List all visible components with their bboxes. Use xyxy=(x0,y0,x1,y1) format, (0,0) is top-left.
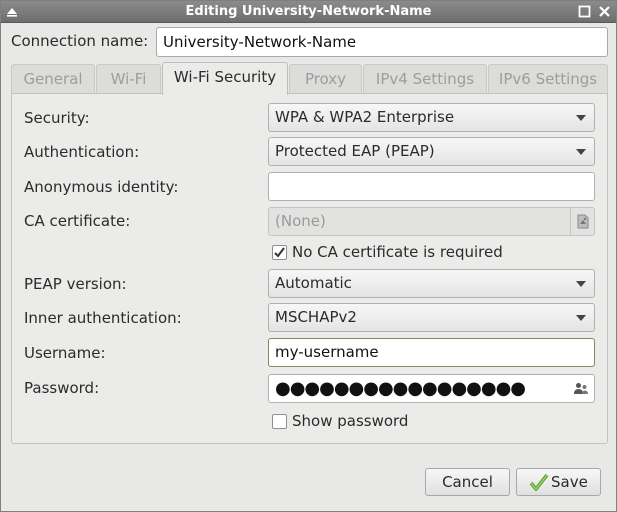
cancel-button[interactable]: Cancel xyxy=(425,468,510,496)
chevron-down-icon xyxy=(576,115,586,121)
tab-ipv6-settings[interactable]: IPv6 Settings xyxy=(488,64,608,93)
checkmark-icon xyxy=(529,473,549,491)
peap-version-label: PEAP version: xyxy=(24,275,127,293)
authentication-label: Authentication: xyxy=(24,143,140,161)
save-button-label: Save xyxy=(551,473,588,491)
anonymous-identity-label: Anonymous identity: xyxy=(24,178,179,196)
tab-proxy[interactable]: Proxy xyxy=(289,64,362,93)
ca-certificate-browse-button[interactable] xyxy=(570,208,594,235)
peap-version-dropdown[interactable]: Automatic xyxy=(268,269,595,298)
window-title: Editing University-Network-Name xyxy=(185,4,432,19)
tab-wifi-security[interactable]: Wi-Fi Security xyxy=(162,62,288,95)
security-value: WPA & WPA2 Enterprise xyxy=(275,108,455,126)
certificate-file-icon xyxy=(577,214,589,229)
password-mask: ●●●●●●●●●●●●●●●●● xyxy=(275,378,526,399)
authentication-dropdown[interactable]: Protected EAP (PEAP) xyxy=(268,137,595,166)
inner-authentication-label: Inner authentication: xyxy=(24,309,182,327)
username-label: Username: xyxy=(24,344,106,362)
title-bar[interactable]: Editing University-Network-Name xyxy=(1,1,616,23)
tab-general[interactable]: General xyxy=(11,64,95,93)
anonymous-identity-input[interactable] xyxy=(268,172,595,201)
authentication-value: Protected EAP (PEAP) xyxy=(275,142,435,160)
checkmark-icon xyxy=(274,247,285,258)
tab-wifi[interactable]: Wi-Fi xyxy=(96,64,161,93)
username-input[interactable]: my-username xyxy=(268,338,595,367)
ca-certificate-chooser[interactable]: (None) xyxy=(268,207,595,236)
settings-tabs: General Wi-Fi Wi-Fi Security Proxy IPv4 … xyxy=(11,62,608,95)
close-icon[interactable] xyxy=(597,4,612,19)
tab-ipv4-settings[interactable]: IPv4 Settings xyxy=(363,64,487,93)
save-button[interactable]: Save xyxy=(516,468,601,496)
inner-authentication-value: MSCHAPv2 xyxy=(275,308,357,326)
chevron-down-icon xyxy=(576,315,586,321)
ca-certificate-label: CA certificate: xyxy=(24,212,131,230)
connection-name-input[interactable]: University-Network-Name xyxy=(156,27,608,57)
security-label: Security: xyxy=(24,109,90,127)
chevron-down-icon xyxy=(576,281,586,287)
peap-version-value: Automatic xyxy=(275,274,352,292)
no-ca-certificate-label: No CA certificate is required xyxy=(292,243,503,261)
show-password-checkbox[interactable] xyxy=(272,414,287,429)
show-password-label: Show password xyxy=(292,412,409,430)
connection-editor-window: Editing University-Network-Name Connecti… xyxy=(0,0,617,512)
password-label: Password: xyxy=(24,379,100,397)
maximize-icon[interactable] xyxy=(577,4,592,19)
inner-authentication-dropdown[interactable]: MSCHAPv2 xyxy=(268,303,595,332)
users-icon[interactable] xyxy=(574,382,588,395)
password-input[interactable]: ●●●●●●●●●●●●●●●●● xyxy=(268,374,595,403)
ca-certificate-value: (None) xyxy=(275,212,326,230)
security-dropdown[interactable]: WPA & WPA2 Enterprise xyxy=(268,103,595,132)
chevron-down-icon xyxy=(576,149,586,155)
no-ca-certificate-checkbox[interactable] xyxy=(272,245,287,260)
connection-name-label: Connection name: xyxy=(11,32,149,50)
